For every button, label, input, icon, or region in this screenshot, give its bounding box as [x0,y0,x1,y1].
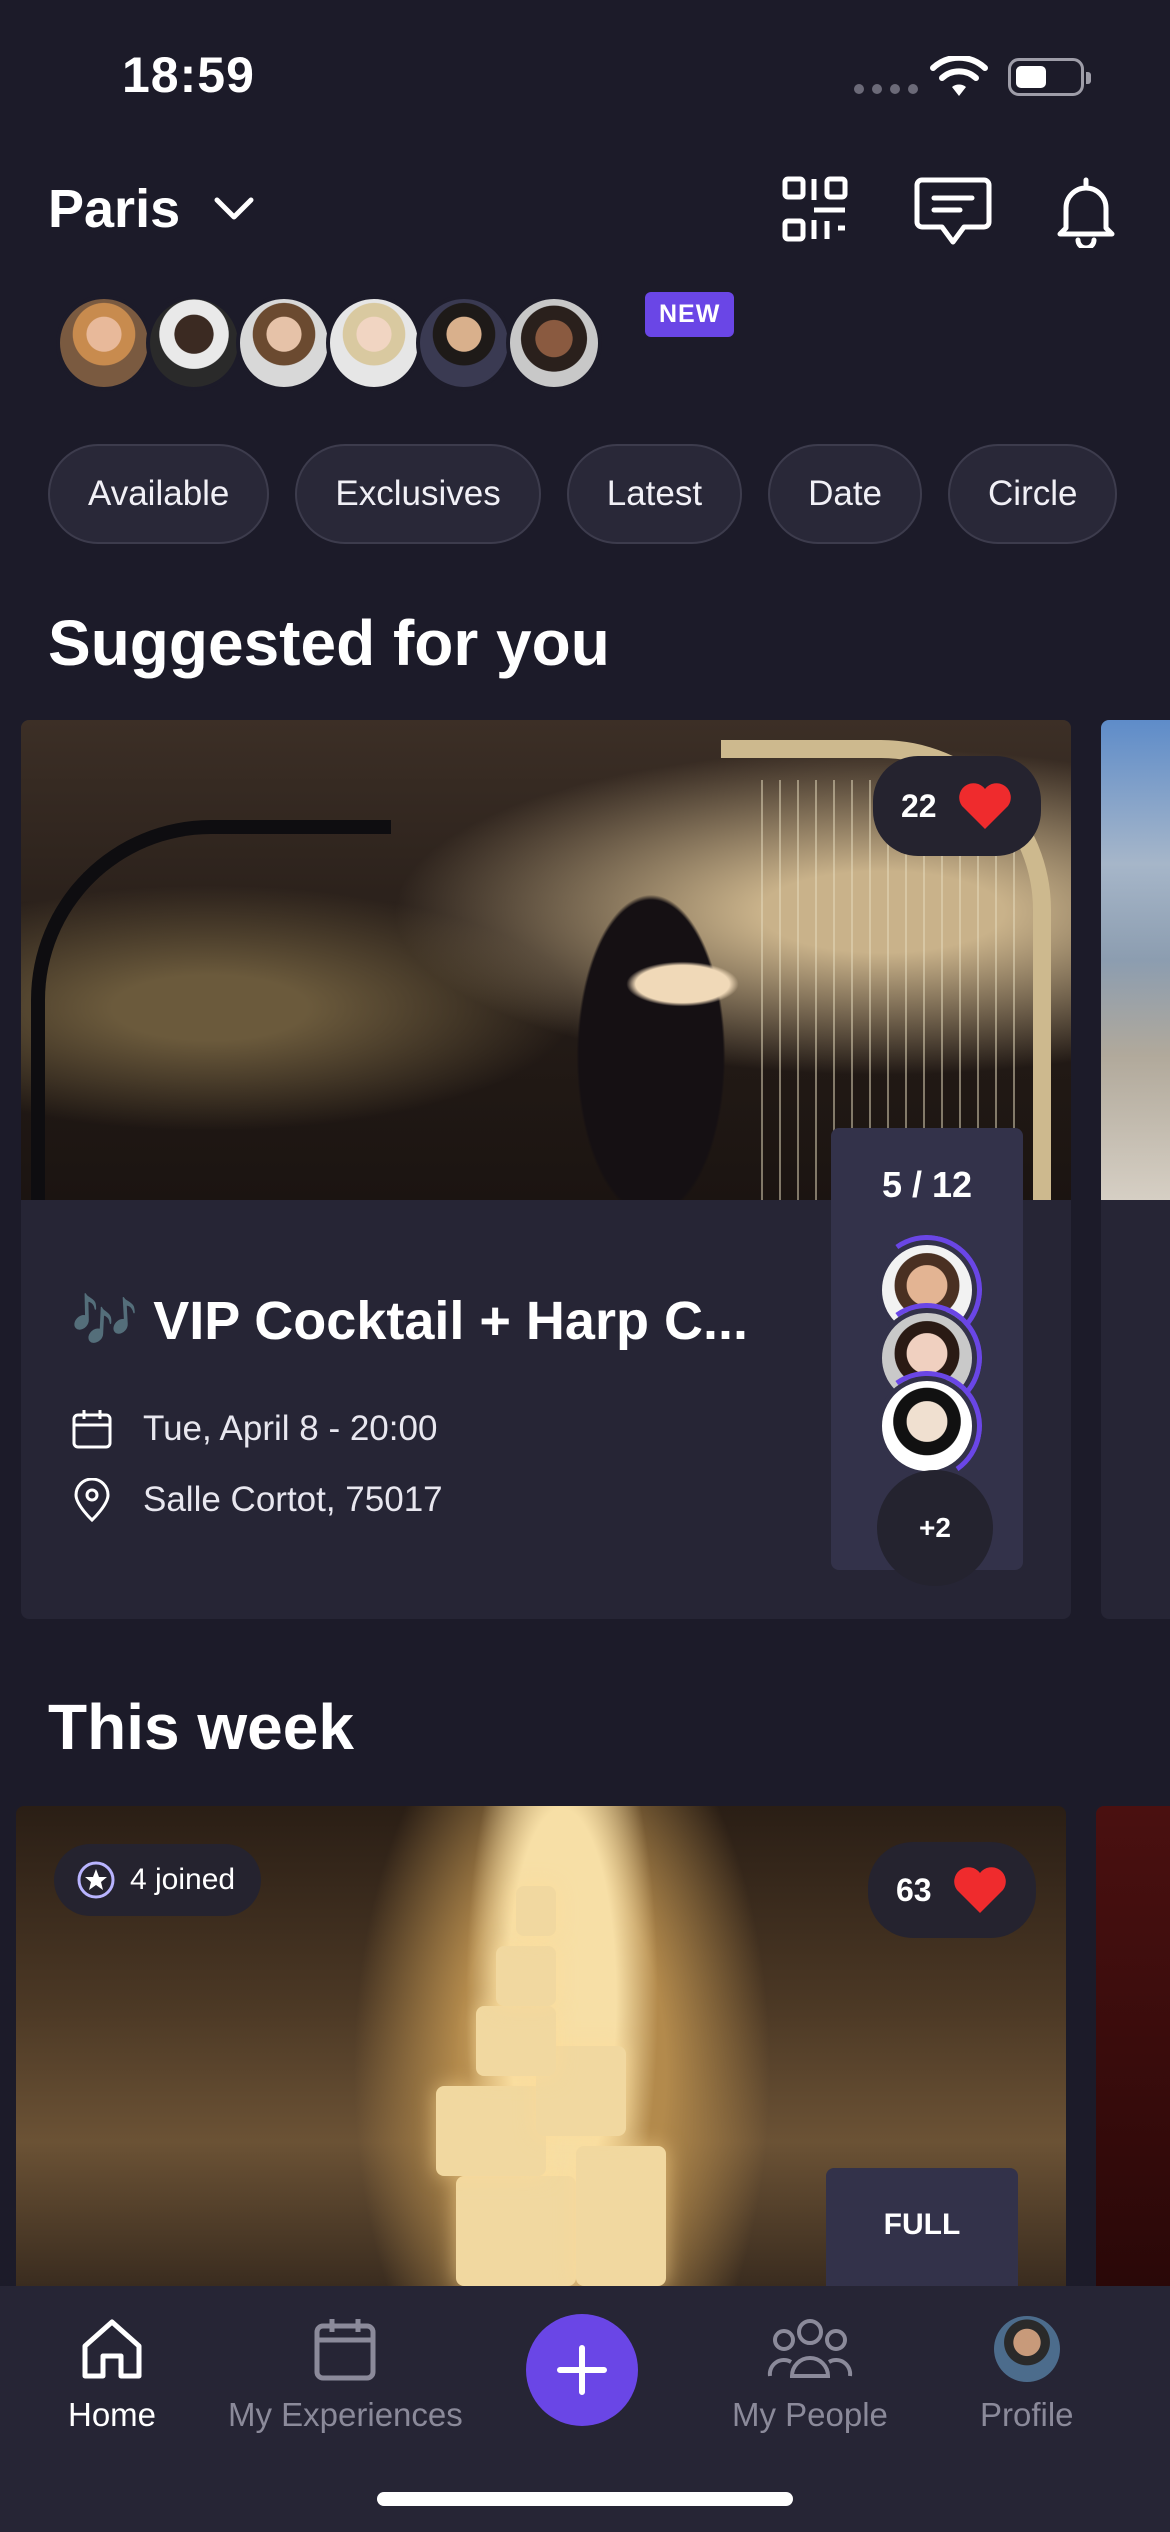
experience-card-next[interactable] [1101,720,1170,1619]
home-icon [82,2319,142,2379]
calendar-icon [72,1410,112,1449]
calendar-icon [314,2319,376,2381]
joined-badge: 4 joined [54,1844,262,1916]
wifi-icon [930,56,988,96]
notifications-bell-icon[interactable] [1054,176,1118,248]
more-attendees: +2 [877,1470,993,1586]
plus-icon [557,2345,607,2395]
section-title-suggested: Suggested for you [48,607,610,679]
experience-card-week-next[interactable] [1096,1806,1170,2286]
tab-my-people[interactable]: My People [732,2316,888,2434]
create-experience-button[interactable] [526,2314,638,2426]
status-time: 18:59 [122,47,255,103]
experience-card-week[interactable]: 4 joined 63 FULL [16,1806,1066,2286]
attendance-panel[interactable]: 5 / 12 +2 [831,1128,1023,1586]
attendance-count: 5 / 12 [881,1164,973,1205]
tab-profile[interactable]: Profile [980,2316,1074,2434]
signal-icon [854,84,918,94]
tab-my-experiences[interactable]: My Experiences [228,2316,463,2434]
messages-icon[interactable] [914,176,992,248]
friends-avatar-row[interactable] [56,295,602,391]
experience-location-row: Salle Cortot, 75017 [71,1478,443,1522]
experience-date-row: Tue, April 8 - 20:00 [71,1408,437,1450]
new-badge: NEW [645,292,735,337]
avatar[interactable] [416,295,512,391]
like-count: 22 [901,787,937,824]
tab-my-people-label: My People [732,2396,888,2433]
filter-chips: Available Exclusives Latest Date Circle [48,444,1118,544]
attendee-avatar [877,1376,977,1476]
home-indicator [377,2492,793,2506]
tab-my-experiences-label: My Experiences [228,2396,463,2433]
battery-icon [1008,58,1091,96]
star-icon [77,1861,115,1899]
city-label: Paris [48,179,181,239]
heart-icon [958,783,1011,829]
tab-profile-label: Profile [980,2396,1074,2433]
filter-circle[interactable]: Circle [948,444,1118,544]
avatar[interactable] [326,295,422,391]
joined-count: 4 joined [130,1863,236,1896]
avatar[interactable] [506,295,602,391]
section-title-this-week: This week [48,1691,354,1763]
like-count: 63 [896,1871,932,1908]
experience-date: Tue, April 8 - 20:00 [143,1409,438,1448]
heart-icon [953,1867,1006,1913]
avatar[interactable] [146,295,242,391]
avatar[interactable] [56,295,152,391]
city-selector[interactable]: Paris [48,178,254,240]
like-button[interactable]: 63 [868,1842,1036,1938]
filter-date[interactable]: Date [768,444,923,544]
location-pin-icon [74,1478,110,1522]
filter-latest[interactable]: Latest [566,444,743,544]
experience-title: 🎶 VIP Cocktail + Harp C... [71,1291,748,1351]
tab-home[interactable]: Home [68,2316,156,2434]
experience-location: Salle Cortot, 75017 [143,1480,443,1519]
like-button[interactable]: 22 [873,756,1041,856]
qr-code-icon[interactable] [782,176,848,242]
experience-card[interactable]: 22 🎶 VIP Cocktail + Harp C... Tue, April… [21,720,1071,1619]
full-status-tag: FULL [826,2168,1018,2286]
avatar [993,2316,1060,2382]
filter-available[interactable]: Available [48,444,270,544]
people-icon [767,2319,853,2378]
chevron-down-icon [214,197,254,220]
filter-exclusives[interactable]: Exclusives [295,444,541,544]
tab-home-label: Home [68,2396,157,2433]
avatar[interactable] [236,295,332,391]
